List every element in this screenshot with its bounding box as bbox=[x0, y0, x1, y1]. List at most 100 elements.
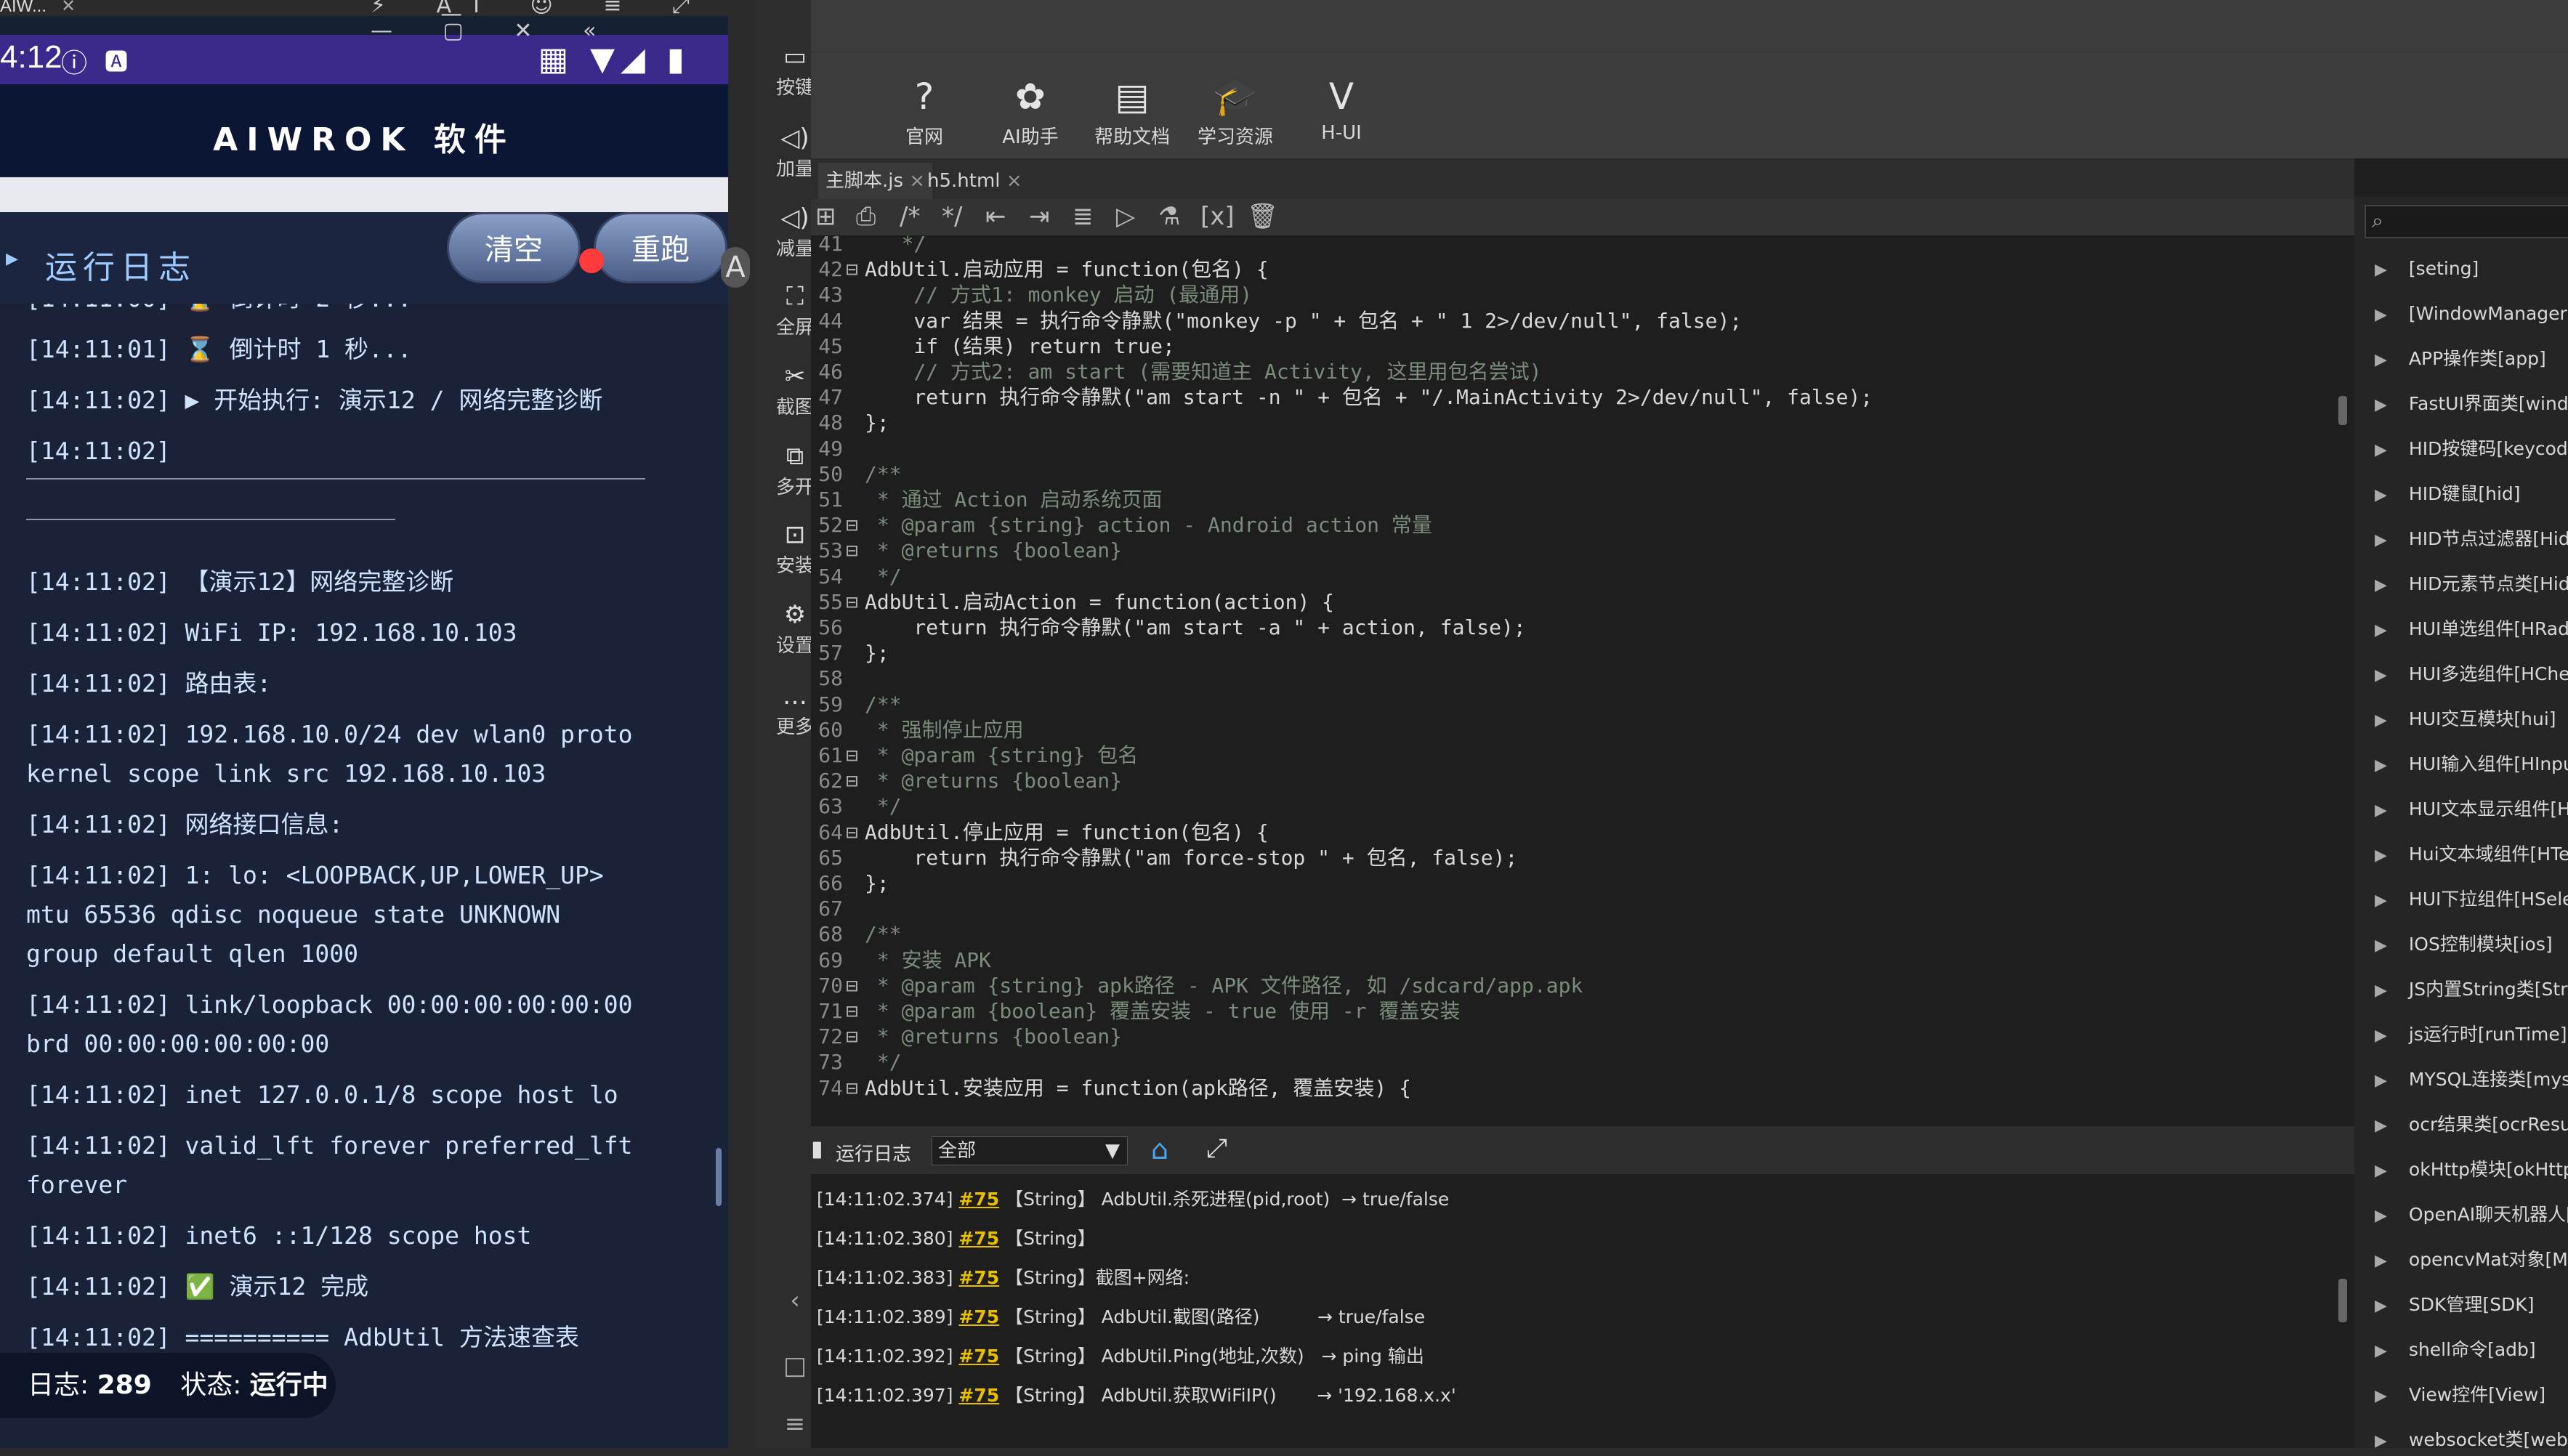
chevron-right-icon[interactable]: ▶ bbox=[2375, 351, 2387, 369]
expand-icon[interactable]: ▶ bbox=[6, 250, 18, 268]
add-icon[interactable]: ⊞ bbox=[815, 202, 836, 231]
chevron-right-icon[interactable]: ▶ bbox=[2375, 306, 2387, 324]
tree-item[interactable]: ▶ HUI单选组件[HRadi bbox=[2375, 615, 2568, 644]
fold-icon[interactable]: ⊟ bbox=[846, 743, 865, 768]
chevron-right-icon[interactable]: ▶ bbox=[2375, 891, 2387, 910]
fold-icon[interactable]: ⊟ bbox=[846, 538, 865, 563]
debug-icon[interactable]: ⚗ bbox=[1158, 202, 1180, 231]
toolbar-官网[interactable]: ? 官网 bbox=[873, 71, 975, 149]
chevron-right-icon[interactable]: ▶ bbox=[2375, 846, 2387, 865]
fold-icon[interactable]: ⊟ bbox=[846, 512, 865, 538]
fold-icon[interactable]: ⊟ bbox=[846, 589, 865, 615]
chevron-right-icon[interactable]: ▶ bbox=[2375, 801, 2387, 820]
chevron-right-icon[interactable]: ▶ bbox=[2375, 621, 2387, 639]
fold-icon[interactable]: ⊟ bbox=[846, 1024, 865, 1049]
run-icon[interactable]: ▷ bbox=[1116, 202, 1135, 231]
chevron-right-icon[interactable]: ▶ bbox=[2375, 396, 2387, 414]
log-scrollbar[interactable] bbox=[2338, 1279, 2347, 1322]
log-link[interactable]: #75 bbox=[958, 1267, 999, 1288]
tree-item[interactable]: ▶ SDK管理[SDK] bbox=[2375, 1290, 2534, 1319]
editor-scrollbar[interactable] bbox=[2338, 396, 2347, 425]
log-link[interactable]: #75 bbox=[958, 1346, 999, 1367]
chevron-right-icon[interactable]: ▶ bbox=[2375, 1162, 2387, 1180]
tree-item[interactable]: ▶ APP操作类[app] bbox=[2375, 344, 2546, 373]
chevron-right-icon[interactable]: ▶ bbox=[2375, 1072, 2387, 1090]
tree-item[interactable]: ▶ HUI交互模块[hui] bbox=[2375, 705, 2556, 734]
print-icon[interactable]: ⎙ bbox=[856, 202, 876, 231]
chevron-right-icon[interactable]: ▶ bbox=[2375, 261, 2387, 279]
fold-icon[interactable]: ⊟ bbox=[846, 768, 865, 793]
log-link[interactable]: #75 bbox=[958, 1385, 999, 1406]
log-link[interactable]: #75 bbox=[958, 1306, 999, 1327]
window-controls[interactable]: ⚡ A͟I ☺ ≡ ⤢ — ▢ ✕ « bbox=[371, 0, 756, 44]
tree-item[interactable]: ▶ FastUI界面类[windo bbox=[2375, 389, 2568, 418]
chevron-right-icon[interactable]: ▶ bbox=[2375, 756, 2387, 774]
tree-item[interactable]: ▶ js运行时[runTime] bbox=[2375, 1020, 2567, 1049]
tree-item[interactable]: ▶ View控件[View] bbox=[2375, 1380, 2545, 1410]
chevron-right-icon[interactable]: ▶ bbox=[2375, 1117, 2387, 1135]
clear-button[interactable]: 清空 bbox=[447, 212, 581, 283]
chevron-right-icon[interactable]: ▶ bbox=[2375, 1207, 2387, 1225]
chevron-right-icon[interactable]: ▶ bbox=[2375, 982, 2387, 1000]
tree-item[interactable]: ▶ HID键鼠[hid] bbox=[2375, 480, 2521, 509]
chevron-right-icon[interactable]: ▶ bbox=[2375, 486, 2387, 504]
tree-item[interactable]: ▶ websocket类[webs bbox=[2375, 1425, 2568, 1455]
fold-icon[interactable]: ⊟ bbox=[846, 998, 865, 1024]
comment-icon[interactable]: /* bbox=[900, 202, 920, 231]
fold-icon[interactable]: ⊟ bbox=[846, 1075, 865, 1101]
log-filter-select[interactable]: 全部 ▼ bbox=[932, 1136, 1128, 1165]
code-editor[interactable]: 41 */42 ⊟ AdbUtil.启动应用 = function(包名) {43 … bbox=[811, 235, 2354, 1119]
tree-item[interactable]: ▶ HUI输入组件[HInpu bbox=[2375, 750, 2568, 779]
tree-item[interactable]: ▶ opencvMat对象[Ma bbox=[2375, 1245, 2568, 1274]
tree-item[interactable]: ▶ HUI多选组件[HChec bbox=[2375, 660, 2568, 689]
tree-item[interactable]: ▶ MYSQL连接类[mysq bbox=[2375, 1065, 2568, 1094]
chevron-right-icon[interactable]: ▶ bbox=[2375, 576, 2387, 594]
chevron-right-icon[interactable]: ▶ bbox=[2375, 1432, 2387, 1450]
tree-item[interactable]: ▶ HUI下拉组件[HSele bbox=[2375, 885, 2568, 914]
chevron-right-icon[interactable]: ▶ bbox=[2375, 937, 2387, 955]
tree-item[interactable]: ▶ JS内置String类[Strin bbox=[2375, 975, 2568, 1004]
file-tab[interactable]: 主脚本.js × bbox=[818, 163, 933, 199]
toolbar-学习资源[interactable]: 🎓 学习资源 bbox=[1184, 71, 1286, 149]
toolbar-H-UI[interactable]: V H-UI bbox=[1291, 71, 1392, 144]
chevron-right-icon[interactable]: ▶ bbox=[2375, 1387, 2387, 1405]
uncomment-icon[interactable]: */ bbox=[942, 202, 962, 231]
chevron-right-icon[interactable]: ▶ bbox=[2375, 1342, 2387, 1360]
format-icon[interactable]: ≣ bbox=[1073, 202, 1094, 231]
chevron-right-icon[interactable]: ▶ bbox=[2375, 441, 2387, 459]
export-icon[interactable]: ⤢ bbox=[1206, 1133, 1227, 1164]
tree-item[interactable]: ▶ [WindowManager] bbox=[2375, 299, 2568, 328]
tree-item[interactable]: ▶ shell命令[adb] bbox=[2375, 1335, 2536, 1364]
tree-item[interactable]: ▶ HID元素节点类[HidI bbox=[2375, 570, 2568, 599]
chevron-right-icon[interactable]: ▶ bbox=[2375, 1027, 2387, 1045]
tree-item[interactable]: ▶ [seting] bbox=[2375, 254, 2479, 283]
search-input[interactable]: ⌕ bbox=[2365, 205, 2568, 238]
fold-icon[interactable]: ⊟ bbox=[846, 973, 865, 998]
tree-item[interactable]: ▶ ocr结果类[ocrResul bbox=[2375, 1110, 2568, 1139]
tree-item[interactable]: ▶ HUI文本显示组件[H bbox=[2375, 795, 2568, 824]
chevron-right-icon[interactable]: ▶ bbox=[2375, 1252, 2387, 1270]
close-icon[interactable]: × bbox=[1001, 170, 1022, 192]
fold-icon[interactable]: ⊟ bbox=[846, 256, 865, 282]
log-link[interactable]: #75 bbox=[958, 1228, 999, 1249]
tree-item[interactable]: ▶ HID按键码[keycode bbox=[2375, 434, 2568, 464]
indent-icon[interactable]: ⇥ bbox=[1029, 202, 1050, 231]
chevron-right-icon[interactable]: ▶ bbox=[2375, 1297, 2387, 1315]
window-tab[interactable]: AIW... ✕ bbox=[0, 0, 76, 17]
tree-item[interactable]: ▶ Hui文本域组件[HTe bbox=[2375, 840, 2568, 869]
chevron-right-icon[interactable]: ▶ bbox=[2375, 666, 2387, 684]
log-link[interactable]: #75 bbox=[958, 1189, 999, 1210]
fold-icon[interactable]: ⊟ bbox=[846, 820, 865, 845]
variable-icon[interactable]: [x] bbox=[1200, 202, 1235, 231]
chevron-right-icon[interactable]: ▶ bbox=[2375, 531, 2387, 549]
toolbar-AI助手[interactable]: ✿ AI助手 bbox=[980, 71, 1081, 149]
tree-item[interactable]: ▶ HID节点过滤器[HidI bbox=[2375, 525, 2568, 554]
file-tab[interactable]: h5.html × bbox=[920, 163, 1030, 199]
rerun-button[interactable]: 重跑 bbox=[594, 212, 727, 283]
delete-icon[interactable]: 🗑 bbox=[1247, 202, 1278, 231]
broom-icon[interactable]: ⌂ bbox=[1151, 1133, 1168, 1165]
tree-item[interactable]: ▶ OpenAI聊天机器人[ bbox=[2375, 1200, 2568, 1229]
close-icon[interactable]: ✕ bbox=[61, 0, 76, 16]
chevron-right-icon[interactable]: ▶ bbox=[2375, 711, 2387, 729]
tree-item[interactable]: ▶ okHttp模块[okHttp bbox=[2375, 1155, 2568, 1184]
